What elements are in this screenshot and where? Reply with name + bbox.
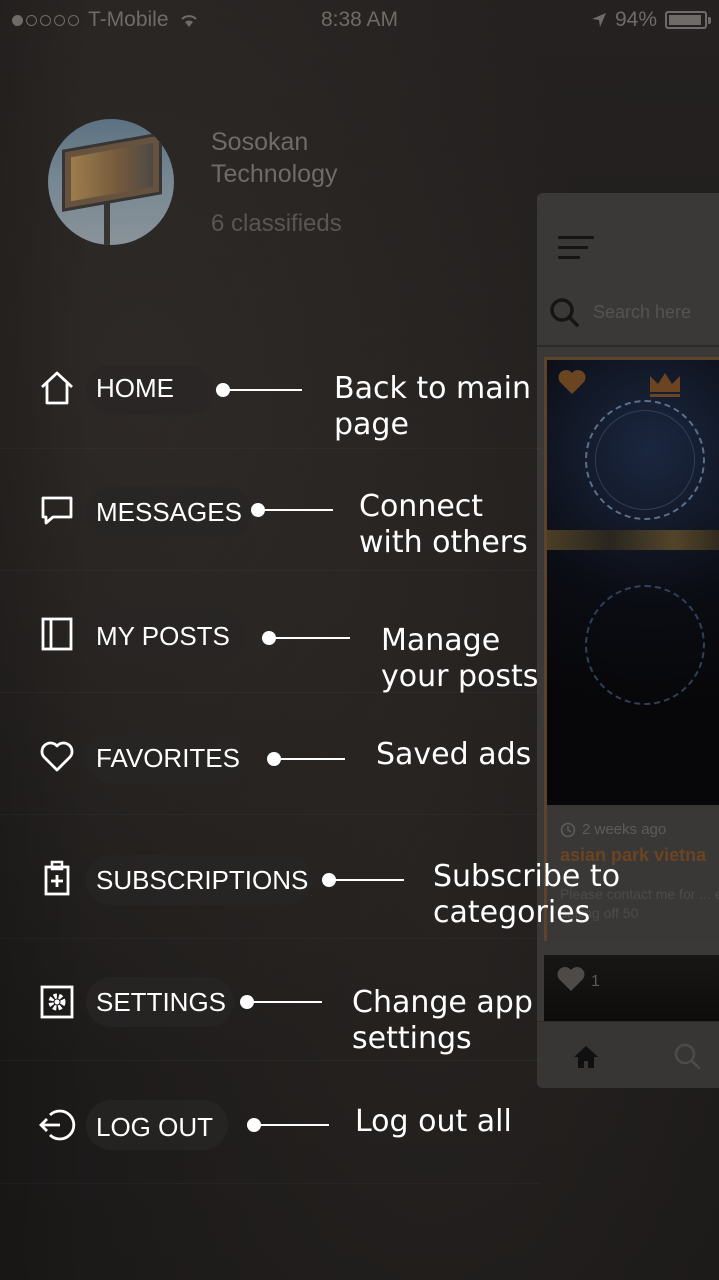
- listing-time-text: 2 weeks ago: [582, 821, 667, 838]
- posts-icon: [41, 617, 73, 651]
- listing-2-like-count: 1: [591, 973, 600, 990]
- profile-name: Sosokan Technology: [211, 128, 338, 188]
- settings-icon: [40, 985, 74, 1019]
- search-tab-icon[interactable]: [673, 1042, 701, 1070]
- callout-line: [328, 879, 404, 881]
- callout-messages: Connect with others: [359, 489, 528, 560]
- battery-percent: 94%: [614, 8, 657, 31]
- menu-item-home[interactable]: HOME Back to main page: [0, 327, 540, 449]
- avatar[interactable]: [48, 119, 174, 245]
- callout-home: Back to main page: [334, 371, 531, 442]
- ferris-wheel-inner: [595, 410, 695, 510]
- listing-time: 2 weeks ago: [560, 821, 666, 838]
- home-icon: [41, 371, 73, 405]
- avatar-billboard: [62, 132, 162, 212]
- subscription-icon: [44, 860, 70, 896]
- callout-subscriptions: Subscribe to categories: [433, 859, 621, 930]
- callout-settings: Change app settings: [352, 985, 533, 1056]
- favorite-heart-icon[interactable]: [557, 368, 587, 396]
- menu-label-subscriptions: SUBSCRIPTIONS: [96, 865, 309, 895]
- hamburger-menu-icon[interactable]: [558, 236, 594, 266]
- callout-line: [257, 509, 333, 511]
- callout-line: [268, 637, 350, 639]
- status-right: 94%: [591, 8, 711, 32]
- callout-line: [246, 1001, 322, 1003]
- wheel-reflection: [585, 585, 705, 705]
- menu-label-log-out: LOG OUT: [96, 1112, 214, 1142]
- menu-item-subscriptions[interactable]: SUBSCRIPTIONS Subscribe to categories: [0, 817, 620, 939]
- listing-image: [547, 360, 719, 805]
- home-tab-icon[interactable]: [572, 1044, 600, 1070]
- avatar-billboard-pole: [104, 201, 110, 245]
- menu-label-home: HOME: [96, 373, 174, 403]
- logout-icon: [39, 1109, 76, 1141]
- menu-item-settings[interactable]: SETTINGS Change app settings: [0, 939, 540, 1061]
- listing-card[interactable]: 2 weeks ago asian park vietna Please con…: [544, 357, 719, 941]
- menu-item-log-out[interactable]: LOG OUT Log out all: [0, 1062, 540, 1184]
- favorite-heart-icon-2[interactable]: [556, 965, 586, 993]
- callout-log-out: Log out all: [355, 1104, 512, 1139]
- main-screen-preview[interactable]: Search here 2 weeks ago asian park vietn…: [537, 193, 719, 1088]
- menu-label-messages: MESSAGES: [96, 497, 242, 527]
- menu-label-favorites: FAVORITES: [96, 743, 240, 773]
- callout-my-posts: Manage your posts: [381, 623, 539, 694]
- profile-classifieds-count: 6 classifieds: [211, 210, 342, 237]
- message-icon: [41, 496, 73, 525]
- preview-divider: [537, 345, 719, 347]
- preview-search-bar[interactable]: Search here: [549, 297, 691, 327]
- location-arrow-icon: [591, 13, 606, 27]
- clock-icon: [560, 822, 576, 837]
- battery-icon: [665, 11, 711, 29]
- callout-favorites: Saved ads: [376, 737, 532, 772]
- search-placeholder: Search here: [593, 301, 692, 322]
- heart-icon: [40, 741, 74, 772]
- callout-line: [273, 758, 345, 760]
- menu-label-my-posts: MY POSTS: [96, 621, 230, 651]
- menu-item-my-posts[interactable]: MY POSTS Manage your posts: [0, 571, 540, 694]
- crown-icon: [650, 373, 680, 397]
- callout-line: [253, 1124, 329, 1126]
- menu-item-favorites[interactable]: FAVORITES Saved ads: [0, 693, 540, 815]
- battery-fill: [669, 15, 701, 25]
- menu-label-settings: SETTINGS: [96, 987, 227, 1017]
- menu-item-messages[interactable]: MESSAGES Connect with others: [0, 449, 540, 571]
- callout-line: [222, 389, 302, 391]
- preview-tab-bar: [537, 1021, 719, 1088]
- avatar-billboard-screen: [71, 142, 153, 202]
- status-bar: T-Mobile 8:38 AM 94%: [0, 0, 719, 40]
- city-lights: [547, 530, 719, 550]
- listing-card-2[interactable]: 1: [544, 955, 719, 1021]
- search-icon: [550, 298, 579, 327]
